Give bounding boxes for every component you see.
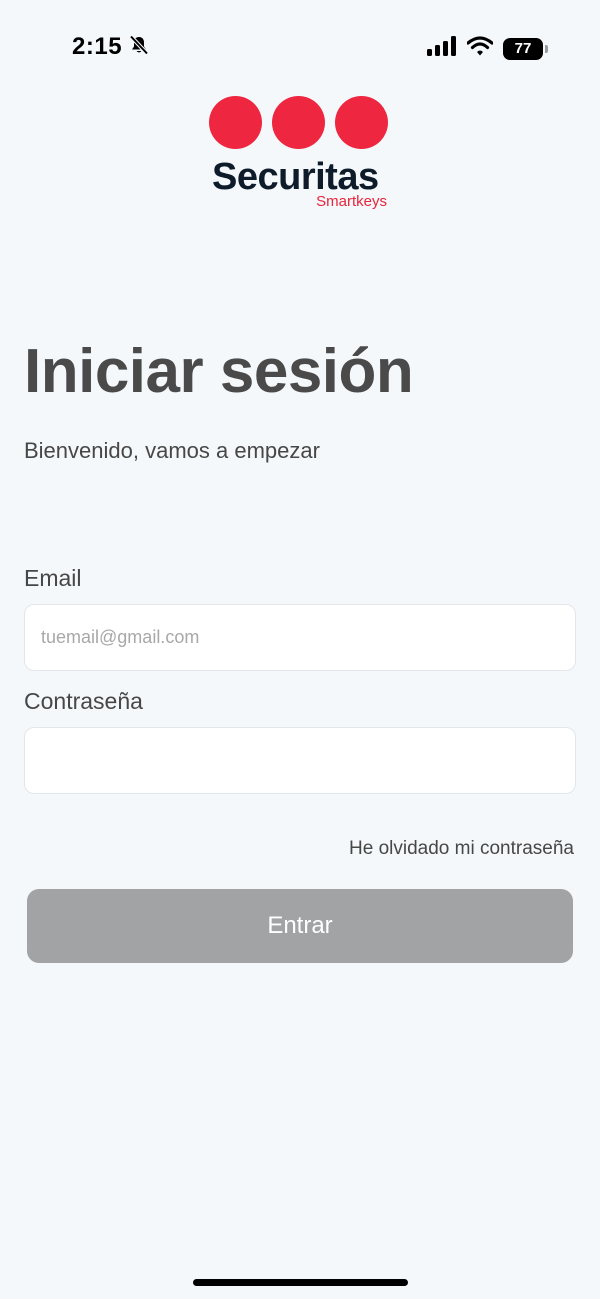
logo-dots — [209, 96, 391, 149]
status-icons: 77 — [427, 36, 548, 61]
email-input[interactable] — [24, 604, 576, 671]
battery-body: 77 — [503, 37, 543, 60]
battery-cap — [545, 44, 548, 53]
battery-icon: 77 — [503, 37, 548, 60]
logo-subtext: Smartkeys — [316, 193, 387, 210]
logo-dot — [335, 96, 388, 149]
bell-slash-icon — [128, 34, 150, 61]
securitas-logo: Securitas Smartkeys — [209, 96, 391, 216]
wifi-icon — [466, 36, 494, 61]
login-button[interactable]: Entrar — [27, 889, 573, 963]
email-label: Email — [24, 565, 82, 591]
password-label: Contraseña — [24, 688, 143, 714]
login-screen: 2:15 77 Securitas Smartkeys Iniciar sesi… — [0, 0, 600, 1299]
battery-level: 77 — [514, 40, 532, 57]
status-bar: 2:15 77 — [0, 0, 600, 96]
forgot-password-link[interactable]: He olvidado mi contraseña — [349, 838, 574, 860]
page-title: Iniciar sesión — [24, 337, 414, 406]
password-input[interactable] — [24, 727, 576, 794]
logo-dot — [209, 96, 262, 149]
signal-icon — [427, 36, 457, 61]
page-subtitle: Bienvenido, vamos a empezar — [24, 438, 320, 463]
logo-dot — [272, 96, 325, 149]
status-time-group: 2:15 — [72, 33, 150, 61]
home-indicator[interactable] — [193, 1279, 408, 1286]
status-time: 2:15 — [72, 33, 123, 60]
